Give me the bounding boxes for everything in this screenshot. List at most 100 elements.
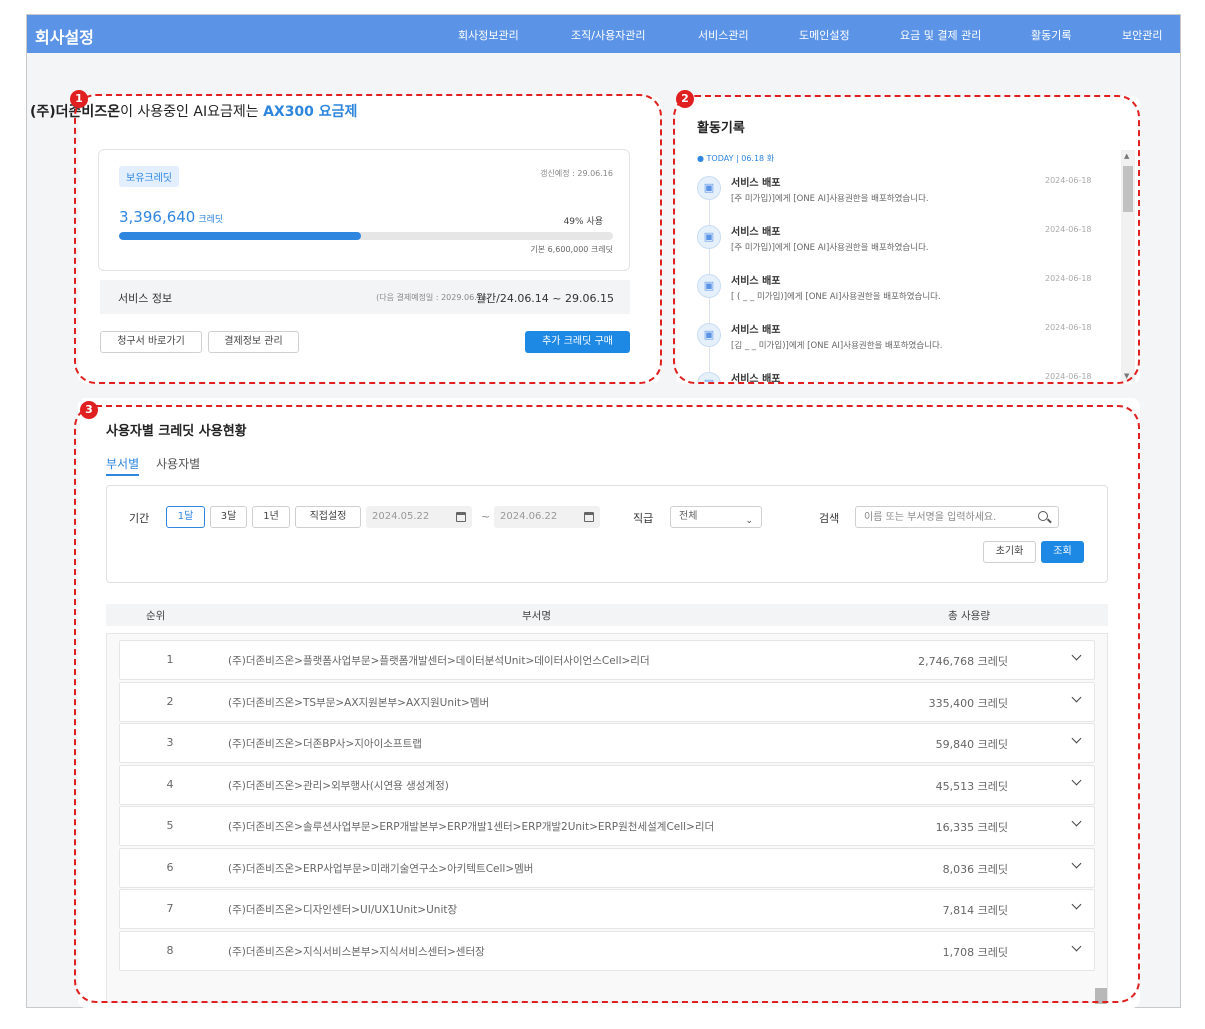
renew-date: 갱신예정 : 29.06.16 <box>540 169 613 178</box>
nav-billing[interactable]: 요금 및 결제 관리 <box>900 27 981 43</box>
rank-select[interactable]: 전체 ⌄ <box>670 506 762 528</box>
activity-item: ▣ 서비스 배포 [ ( _ _ 미가입)]에게 [ONE AI]사용권한을 배… <box>693 268 1125 317</box>
row-total: 45,513 크레딧 <box>935 780 1008 793</box>
period-1month-button[interactable]: 1달 <box>166 506 205 528</box>
column-rank: 순위 <box>146 610 166 622</box>
nav-service[interactable]: 서비스관리 <box>698 27 749 43</box>
row-department: (주)더존비즈온>지식서비스본부>지식서비스센터>센터장 <box>228 946 485 958</box>
activity-item: ▣ 서비스 배포 [주 미가입)]에게 [ONE AI]사용권한을 배포하였습니… <box>693 219 1125 268</box>
credit-progress-fill <box>119 232 362 240</box>
rank-select-value: 전체 <box>679 511 698 522</box>
row-rank: 5 <box>166 819 174 832</box>
table-row[interactable]: 5 (주)더존비즈온>솔루션사업부문>ERP개발본부>ERP개발1센터>ERP개… <box>119 806 1095 846</box>
invoice-button[interactable]: 청구서 바로가기 <box>100 331 202 353</box>
activity-today-label: ● TODAY | 06.18 화 <box>697 154 775 163</box>
chevron-down-icon[interactable] <box>1072 696 1082 706</box>
period-1year-button[interactable]: 1년 <box>252 506 290 528</box>
table-scrollbar-thumb[interactable] <box>1095 988 1107 1004</box>
table-body: 1 (주)더존비즈온>플랫폼사업부문>플랫폼개발센터>데이터분석Unit>데이터… <box>106 633 1108 1003</box>
activity-item-desc: [ ( _ _ 미가입)]에게 [ONE AI]사용권한을 배포하였습니다. <box>731 292 941 302</box>
scroll-down-icon[interactable]: ▼ <box>1124 372 1129 380</box>
date-to-value: 2024.06.22 <box>500 511 558 522</box>
activity-list: ▣ 서비스 배포 [주 미가입)]에게 [ONE AI]사용권한을 배포하였습니… <box>693 170 1125 382</box>
scroll-up-icon[interactable]: ▲ <box>1124 152 1129 160</box>
row-rank: 4 <box>166 778 174 791</box>
activity-item-title: 서비스 배포 <box>731 325 781 336</box>
reset-button[interactable]: 초기화 <box>983 541 1036 563</box>
period-custom-button[interactable]: 직접설정 <box>295 506 361 528</box>
plan-name: AX300 요금제 <box>263 104 358 120</box>
calendar-icon[interactable] <box>584 512 594 522</box>
activity-item-date: 2024-06-18 <box>1045 274 1092 283</box>
table-row[interactable]: 6 (주)더존비즈온>ERP사업부문>미래기술연구소>아키텍트Cell>멤버 8… <box>119 848 1095 888</box>
row-total: 1,708 크레딧 <box>942 946 1008 959</box>
chevron-down-icon[interactable] <box>1072 654 1082 664</box>
period-label: 기간 <box>129 512 150 525</box>
table-row[interactable]: 4 (주)더존비즈온>관리>외부행사(시연용 생성계정) 45,513 크레딧 <box>119 765 1095 805</box>
service-info-row: 서비스 정보 (다음 결제예정일 : 2029.06.16) 월간/24.06.… <box>100 280 630 314</box>
table-row[interactable]: 7 (주)더존비즈온>디자인센터>UI/UX1Unit>Unit장 7,814 … <box>119 889 1095 929</box>
scrollbar-thumb[interactable] <box>1123 166 1133 212</box>
tab-by-department[interactable]: 부서별 <box>106 455 140 476</box>
row-department: (주)더존비즈온>더존BP사>지아이소프트랩 <box>228 738 422 750</box>
nav-activity[interactable]: 활동기록 <box>1031 27 1071 43</box>
activity-scrollbar[interactable]: ▲ ▼ <box>1121 150 1135 382</box>
date-from-field[interactable]: 2024.05.22 <box>366 506 472 528</box>
credit-box: 보유크레딧 갱신예정 : 29.06.16 3,396,640 크레딧 49% 사… <box>98 149 630 271</box>
row-rank: 2 <box>166 695 174 708</box>
row-department: (주)더존비즈온>플랫폼사업부문>플랫폼개발센터>데이터분석Unit>데이터사이… <box>228 655 650 667</box>
calendar-icon[interactable] <box>456 512 466 522</box>
row-department: (주)더존비즈온>디자인센터>UI/UX1Unit>Unit장 <box>228 904 458 916</box>
usage-percent: 49% 사용 <box>563 217 603 227</box>
credit-amount-value: 3,396,640 <box>119 208 196 226</box>
tab-by-user[interactable]: 사용자별 <box>156 455 200 472</box>
activity-item-date: 2024-06-18 <box>1045 225 1092 234</box>
activity-item-date: 2024-06-18 <box>1045 372 1092 381</box>
period-3month-button[interactable]: 3달 <box>210 506 247 528</box>
row-total: 7,814 크레딧 <box>942 904 1008 917</box>
column-total-usage: 총 사용량 <box>948 610 990 622</box>
table-row[interactable]: 1 (주)더존비즈온>플랫폼사업부문>플랫폼개발센터>데이터분석Unit>데이터… <box>119 640 1095 680</box>
query-button[interactable]: 조회 <box>1041 541 1084 563</box>
buy-credit-button[interactable]: 추가 크레딧 구매 <box>525 331 630 353</box>
credit-progress-bar <box>119 232 613 240</box>
chevron-down-icon[interactable] <box>1072 737 1082 747</box>
base-credit: 기본 6,600,000 크레딧 <box>530 245 613 254</box>
activity-title: 활동기록 <box>697 121 745 136</box>
search-icon[interactable] <box>1038 511 1048 521</box>
table-row[interactable]: 8 (주)더존비즈온>지식서비스본부>지식서비스센터>센터장 1,708 크레딧 <box>119 931 1095 971</box>
chevron-down-icon[interactable] <box>1072 862 1082 872</box>
row-total: 16,335 크레딧 <box>935 821 1008 834</box>
activity-item-title: 서비스 배포 <box>731 227 781 238</box>
filter-panel <box>106 485 1108 583</box>
date-separator: ~ <box>481 510 491 523</box>
row-rank: 7 <box>166 902 174 915</box>
chevron-down-icon[interactable] <box>1072 945 1082 955</box>
date-to-field[interactable]: 2024.06.22 <box>494 506 600 528</box>
service-info-label: 서비스 정보 <box>118 292 173 305</box>
row-total: 335,400 크레딧 <box>928 697 1008 710</box>
payment-info-button[interactable]: 결제정보 관리 <box>208 331 299 353</box>
activity-item: ▣ 서비스 배포 [주 미가입)]에게 [ONE AI]사용권한을 배포하였습니… <box>693 170 1125 219</box>
table-row[interactable]: 2 (주)더존비즈온>TS부문>AX지원본부>AX지원Unit>멤버 335,4… <box>119 682 1095 722</box>
row-total: 2,746,768 크레딧 <box>918 655 1008 668</box>
nav-org-users[interactable]: 조직/사용자관리 <box>571 27 646 43</box>
top-navigation-bar: 회사설정 회사정보관리 조직/사용자관리 서비스관리 도메인설정 요금 및 결제… <box>27 15 1180 53</box>
monitor-icon: ▣ <box>697 372 721 382</box>
row-department: (주)더존비즈온>관리>외부행사(시연용 생성계정) <box>228 780 449 792</box>
search-input[interactable] <box>855 506 1059 528</box>
table-row[interactable]: 3 (주)더존비즈온>더존BP사>지아이소프트랩 59,840 크레딧 <box>119 723 1095 763</box>
row-rank: 3 <box>166 736 174 749</box>
credit-unit: 크레딧 <box>198 215 224 225</box>
chevron-down-icon[interactable] <box>1072 779 1082 789</box>
nav-company-info[interactable]: 회사정보관리 <box>458 27 519 43</box>
chevron-down-icon[interactable] <box>1072 903 1082 913</box>
chevron-down-icon[interactable] <box>1072 820 1082 830</box>
nav-domain[interactable]: 도메인설정 <box>799 27 850 43</box>
activity-item: ▣ 서비스 배포 2024-06-18 <box>693 366 1125 382</box>
nav-security[interactable]: 보안관리 <box>1122 27 1162 43</box>
annotation-marker-2: 2 <box>676 90 694 108</box>
credit-amount: 3,396,640 크레딧 <box>119 208 223 226</box>
column-department: 부서명 <box>522 610 551 622</box>
row-total: 59,840 크레딧 <box>935 738 1008 751</box>
